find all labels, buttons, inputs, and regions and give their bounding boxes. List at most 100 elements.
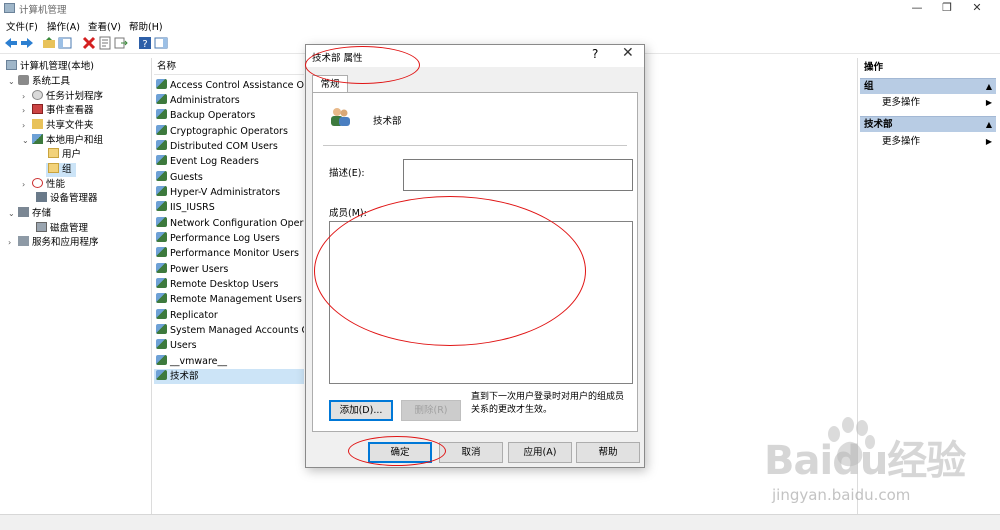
performance-icon	[32, 178, 43, 188]
more-actions-groups[interactable]: 更多操作 ▶	[860, 95, 996, 111]
list-item[interactable]: Access Control Assistance Operators	[154, 78, 304, 93]
tree-groups[interactable]: 组	[46, 163, 76, 177]
tree-storage[interactable]: ⌄ 存储	[8, 207, 51, 221]
column-header-name[interactable]: 名称	[154, 58, 304, 75]
list-item[interactable]: Replicator	[154, 308, 304, 323]
svg-text:?: ?	[142, 39, 147, 50]
group-name: 技术部	[373, 116, 402, 127]
close-icon[interactable]: ✕	[622, 45, 634, 61]
pane-splitter[interactable]	[151, 58, 152, 514]
collapse-triangle-icon[interactable]: ▲	[986, 117, 992, 133]
description-field[interactable]	[403, 159, 633, 191]
list-item[interactable]: Guests	[154, 170, 304, 185]
tree-task-scheduler[interactable]: › 任务计划程序	[22, 90, 103, 104]
group-icon	[156, 201, 167, 211]
list-item[interactable]: Users	[154, 338, 304, 353]
group-icon	[156, 232, 167, 242]
menu-view[interactable]: 查看(V)	[88, 19, 121, 33]
more-actions-tech-dept[interactable]: 更多操作 ▶	[860, 134, 996, 150]
menu-bar: 文件(F) 操作(A) 查看(V) 帮助(H)	[0, 17, 1000, 33]
list-item[interactable]: Performance Log Users	[154, 231, 304, 246]
tree-device-manager[interactable]: 设备管理器	[36, 192, 98, 206]
list-item[interactable]: Cryptographic Operators	[154, 124, 304, 139]
collapse-chevron-icon[interactable]: ⌄	[22, 134, 30, 148]
list-item[interactable]: Power Users	[154, 262, 304, 277]
group-icon	[156, 370, 167, 380]
list-item[interactable]: Administrators	[154, 93, 304, 108]
tree-performance[interactable]: › 性能	[22, 178, 65, 192]
tree-local-users-groups[interactable]: ⌄ 本地用户和组	[22, 134, 103, 148]
tree-users[interactable]: 用户	[48, 148, 81, 162]
show-hide-action-pane-icon[interactable]	[154, 36, 168, 50]
membership-note: 直到下一次用户登录时对用户的组成员关系的更改才生效。	[471, 392, 625, 415]
tree-disk-management[interactable]: 磁盘管理	[36, 222, 88, 236]
group-icon	[156, 355, 167, 365]
menu-action[interactable]: 操作(A)	[47, 19, 80, 33]
computer-management-icon	[4, 3, 15, 13]
list-item[interactable]: System Managed Accounts Group	[154, 323, 304, 338]
delete-icon[interactable]	[82, 36, 96, 50]
annotation-ellipse-ok	[348, 436, 446, 466]
list-item[interactable]: Backup Operators	[154, 108, 304, 123]
group-icon	[156, 125, 167, 135]
list-item[interactable]: Event Log Readers	[154, 154, 304, 169]
group-list: 名称 Access Control Assistance Operators A…	[154, 58, 304, 514]
submenu-arrow-icon: ▶	[985, 98, 992, 107]
expand-chevron-icon[interactable]: ›	[22, 104, 30, 118]
back-arrow-icon[interactable]	[4, 36, 18, 50]
collapse-triangle-icon[interactable]: ▲	[986, 79, 992, 95]
menu-file[interactable]: 文件(F)	[6, 19, 38, 33]
tree-root[interactable]: 计算机管理(本地)	[6, 60, 94, 74]
shared-folder-icon	[32, 119, 43, 129]
close-window-button[interactable]: ✕	[962, 0, 992, 17]
expand-chevron-icon[interactable]: ›	[22, 90, 30, 104]
list-item[interactable]: IIS_IUSRS	[154, 200, 304, 215]
show-hide-tree-icon[interactable]	[58, 36, 72, 50]
tree-services-apps[interactable]: › 服务和应用程序	[8, 236, 99, 250]
tree-event-viewer[interactable]: › 事件查看器	[22, 104, 94, 118]
list-item[interactable]: Hyper-V Administrators	[154, 185, 304, 200]
group-icon	[156, 186, 167, 196]
remove-member-button[interactable]: 删除(R)	[401, 400, 461, 421]
group-icon	[156, 324, 167, 334]
apply-button[interactable]: 应用(A)	[508, 442, 572, 463]
forward-arrow-icon[interactable]	[20, 36, 34, 50]
expand-chevron-icon[interactable]: ›	[22, 119, 30, 133]
help-button[interactable]: 帮助	[576, 442, 640, 463]
list-item[interactable]: Network Configuration Operators	[154, 216, 304, 231]
expand-chevron-icon[interactable]: ›	[22, 178, 30, 192]
group-icon	[156, 94, 167, 104]
list-item[interactable]: Remote Desktop Users	[154, 277, 304, 292]
cancel-button[interactable]: 取消	[439, 442, 503, 463]
menu-help[interactable]: 帮助(H)	[129, 19, 163, 33]
list-item[interactable]: Remote Management Users	[154, 292, 304, 307]
window-title: 计算机管理	[19, 5, 67, 16]
maximize-button[interactable]: ❐	[932, 0, 962, 17]
window-title-bar: 计算机管理 — ❐ ✕	[0, 0, 1000, 17]
list-item[interactable]: Performance Monitor Users	[154, 246, 304, 261]
help-icon[interactable]: ?	[138, 36, 152, 50]
group-icon	[156, 140, 167, 150]
actions-section-groups[interactable]: 组 ▲	[860, 78, 996, 94]
add-member-button[interactable]: 添加(D)...	[329, 400, 393, 421]
help-question-icon[interactable]: ?	[592, 47, 598, 61]
group-icon	[156, 263, 167, 273]
list-item[interactable]: Distributed COM Users	[154, 139, 304, 154]
expand-chevron-icon[interactable]: ›	[8, 236, 16, 250]
collapse-chevron-icon[interactable]: ⌄	[8, 75, 16, 89]
tree-shared-folders[interactable]: › 共享文件夹	[22, 119, 94, 133]
up-folder-icon[interactable]	[42, 36, 56, 50]
minimize-button[interactable]: —	[902, 0, 932, 17]
properties-icon[interactable]	[98, 36, 112, 50]
collapse-chevron-icon[interactable]: ⌄	[8, 207, 16, 221]
submenu-arrow-icon: ▶	[985, 137, 992, 146]
actions-section-tech-dept[interactable]: 技术部 ▲	[860, 116, 996, 132]
list-item[interactable]: __vmware__	[154, 354, 304, 369]
computer-icon	[6, 60, 17, 70]
export-list-icon[interactable]	[114, 36, 128, 50]
list-item-selected[interactable]: 技术部	[154, 369, 304, 384]
group-icon	[156, 217, 167, 227]
clock-icon	[32, 90, 43, 100]
watermark-logo: Baidu经验	[764, 438, 966, 484]
tree-system-tools[interactable]: ⌄ 系统工具	[8, 75, 70, 89]
